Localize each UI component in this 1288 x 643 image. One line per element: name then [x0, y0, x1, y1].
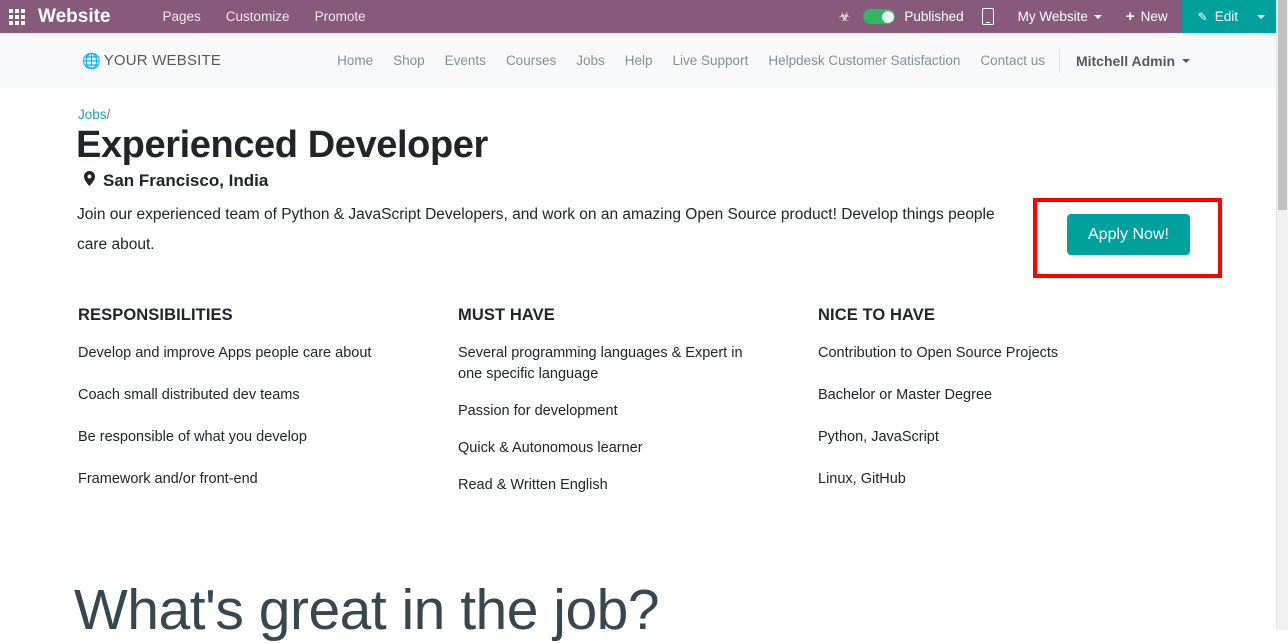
list-item: Read & Written English — [458, 477, 608, 493]
site-selector-label: My Website — [1017, 9, 1088, 24]
list-item: Coach small distributed dev teams — [78, 387, 300, 403]
scrollbar-thumb[interactable] — [1278, 0, 1287, 210]
list-item: Linux, GitHub — [818, 471, 906, 487]
column-heading-must-have: MUST HAVE — [458, 306, 555, 324]
website-logo[interactable]: 🌐 YOUR WEBSITE — [82, 52, 221, 70]
list-item: Passion for development — [458, 403, 618, 419]
breadcrumb-separator: / — [106, 107, 111, 122]
user-menu[interactable]: Mitchell Admin — [1058, 48, 1191, 73]
column-responsibilities: RESPONSIBILITIES Develop and improve App… — [0, 306, 380, 512]
list-item: Be responsible of what you develop — [78, 429, 307, 445]
list-item: Contribution to Open Source Projects — [818, 345, 1059, 361]
list-item: Bachelor or Master Degree — [818, 387, 993, 403]
job-location: San Francisco, India — [84, 171, 268, 191]
job-detail-columns: RESPONSIBILITIES Develop and improve App… — [0, 306, 1276, 512]
site-selector-dropdown[interactable]: My Website — [1008, 9, 1112, 24]
publish-switch[interactable] — [863, 9, 896, 24]
edit-button[interactable]: ✎ Edit — [1181, 0, 1254, 33]
plus-icon: + — [1125, 8, 1135, 25]
topbar-menu: Pages Customize Promote — [163, 9, 366, 24]
column-must-have: MUST HAVE Several programming languages … — [380, 306, 760, 512]
nav-link-courses[interactable]: Courses — [496, 53, 566, 68]
breadcrumb-link-jobs[interactable]: Jobs — [78, 107, 107, 122]
job-description: Join our experienced team of Python & Ja… — [77, 206, 995, 253]
list-item: Several programming languages & Expert i… — [458, 345, 743, 382]
mobile-phone-glyph — [981, 8, 994, 25]
pencil-icon: ✎ — [1197, 9, 1208, 24]
website-navbar: 🌐 YOUR WEBSITE Home Shop Events Courses … — [0, 33, 1276, 88]
column-heading-nice-to-have: NICE TO HAVE — [818, 306, 936, 324]
job-location-label: San Francisco, India — [103, 171, 269, 190]
mobile-preview-icon[interactable] — [968, 8, 1008, 25]
new-button-label: New — [1140, 9, 1168, 24]
website-nav-links: Home Shop Events Courses Jobs Help Live … — [327, 48, 1191, 73]
nav-link-shop[interactable]: Shop — [383, 53, 435, 68]
nav-link-home[interactable]: Home — [327, 53, 383, 68]
edit-dropdown-toggle[interactable] — [1254, 0, 1276, 33]
map-pin-icon — [84, 171, 95, 191]
website-logo-text: YOUR WEBSITE — [103, 52, 222, 69]
topbar-item-promote[interactable]: Promote — [315, 9, 366, 24]
edit-button-label: Edit — [1214, 9, 1238, 24]
job-page-content: Jobs/ Experienced Developer San Francisc… — [0, 88, 1276, 642]
apps-grid-icon[interactable] — [0, 0, 34, 33]
bug-icon[interactable]: ☣ — [826, 10, 864, 23]
nav-link-contact-us[interactable]: Contact us — [970, 53, 1055, 68]
nav-link-helpdesk-customer-satisfaction[interactable]: Helpdesk Customer Satisfaction — [758, 53, 970, 68]
breadcrumb: Jobs/ — [78, 107, 110, 122]
chevron-down-icon — [1182, 58, 1191, 63]
publish-label: Published — [904, 9, 964, 24]
list-item: Framework and/or front-end — [78, 471, 258, 487]
topbar-item-pages[interactable]: Pages — [163, 9, 201, 24]
list-item: Develop and improve Apps people care abo… — [78, 345, 372, 361]
new-button[interactable]: + New — [1112, 9, 1182, 24]
page-scrollbar[interactable] — [1276, 0, 1288, 630]
nav-link-jobs[interactable]: Jobs — [566, 53, 615, 68]
globe-icon: 🌐 — [82, 52, 101, 70]
list-item: Quick & Autonomous learner — [458, 440, 643, 456]
page-title: Experienced Developer — [76, 124, 488, 166]
apply-now-button[interactable]: Apply Now! — [1067, 214, 1190, 256]
topbar-item-customize[interactable]: Customize — [226, 9, 290, 24]
topbar-right-group: ☣ Published My Website + New ✎ Edit — [826, 0, 1276, 33]
column-nice-to-have: NICE TO HAVE Contribution to Open Source… — [760, 306, 1200, 512]
list-item: Python, JavaScript — [818, 429, 939, 445]
chevron-down-icon — [1257, 14, 1265, 19]
publish-toggle[interactable]: Published — [863, 9, 967, 24]
odoo-topbar: Website Pages Customize Promote ☣ Publis… — [0, 0, 1276, 33]
apps-grid-glyph — [9, 8, 25, 25]
nav-link-live-support[interactable]: Live Support — [663, 53, 759, 68]
app-brand-title: Website — [38, 5, 111, 27]
whats-great-heading: What's great in the job? — [74, 578, 660, 642]
user-menu-label: Mitchell Admin — [1075, 52, 1176, 69]
nav-link-events[interactable]: Events — [435, 53, 496, 68]
column-heading-responsibilities: RESPONSIBILITIES — [78, 306, 233, 324]
nav-link-help[interactable]: Help — [615, 53, 663, 68]
chevron-down-icon — [1093, 14, 1102, 19]
